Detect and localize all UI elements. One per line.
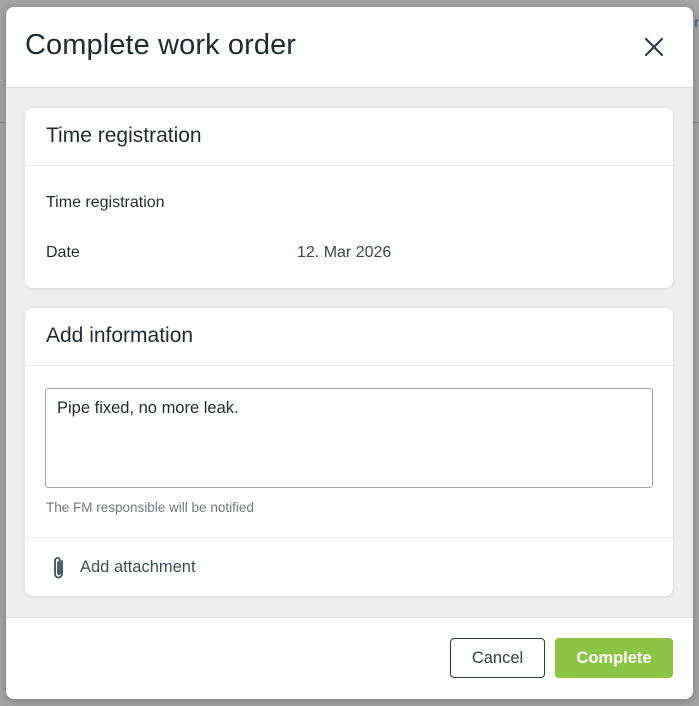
- dialog-header: Complete work order: [6, 7, 693, 88]
- background-text: r: [694, 14, 699, 30]
- notification-hint: The FM responsible will be notified: [46, 500, 254, 515]
- paperclip-icon: [54, 556, 63, 578]
- date-label: Date: [46, 244, 80, 261]
- add-attachment-label: Add attachment: [80, 558, 196, 576]
- dialog-title: Complete work order: [25, 29, 297, 61]
- dialog-body: Time registration Time registration Date…: [6, 89, 693, 617]
- complete-work-order-dialog: Complete work order Time registration Ti…: [6, 7, 693, 699]
- dialog-footer: Cancel Complete: [6, 617, 693, 699]
- close-icon: [644, 37, 664, 57]
- time-registration-label: Time registration: [46, 194, 165, 211]
- date-row: Date 12. Mar 2026: [25, 243, 673, 263]
- comment-textarea[interactable]: [45, 388, 653, 488]
- date-value: 12. Mar 2026: [297, 244, 392, 261]
- add-attachment-button[interactable]: Add attachment: [25, 537, 673, 596]
- complete-button[interactable]: Complete: [555, 638, 673, 678]
- cancel-button[interactable]: Cancel: [450, 638, 545, 678]
- time-registration-row: Time registration: [25, 193, 673, 213]
- time-registration-card: Time registration Time registration Date…: [25, 108, 673, 288]
- close-button[interactable]: [643, 36, 665, 58]
- time-registration-card-title: Time registration: [25, 108, 673, 166]
- add-information-card: Add information The FM responsible will …: [25, 308, 673, 596]
- add-information-card-title: Add information: [25, 308, 673, 366]
